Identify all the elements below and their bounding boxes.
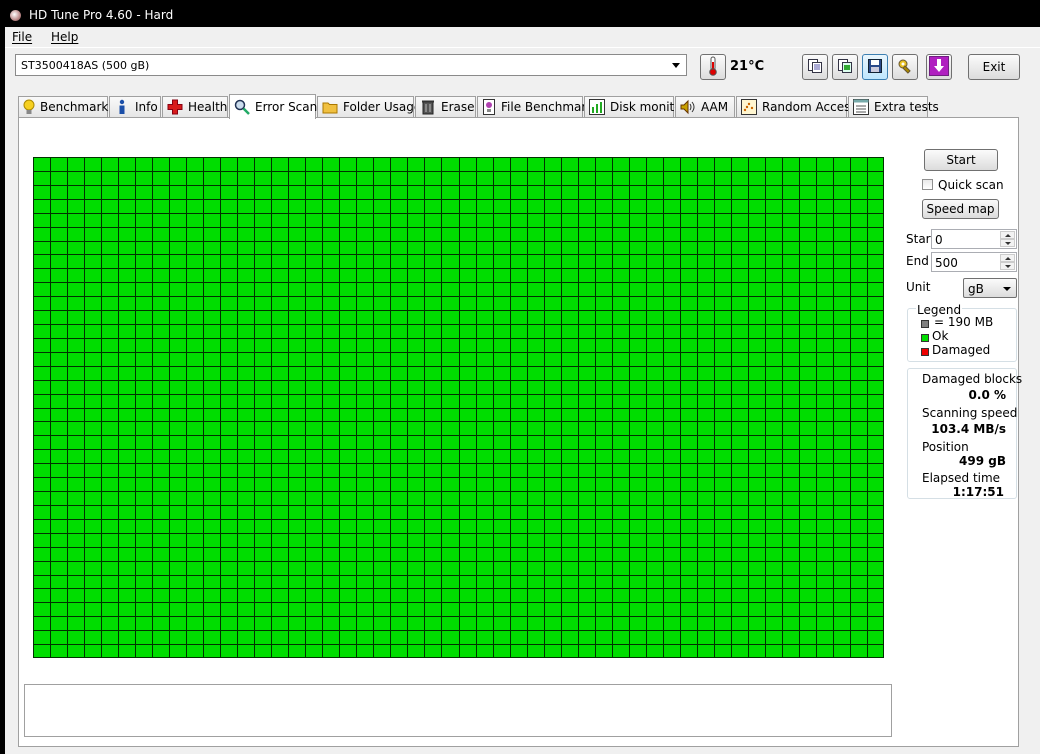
tab-aam[interactable]: AAM	[675, 96, 735, 117]
bulb-icon	[23, 99, 35, 115]
legend-ok-label: Ok	[932, 329, 949, 343]
menu-bar: File Help	[5, 27, 1040, 47]
temperature-value: 21°C	[730, 59, 765, 74]
copy-all-icon	[837, 58, 853, 77]
end-position-value: 500	[935, 256, 958, 270]
file-benchmark-icon	[482, 99, 496, 115]
unit-select-value: gB	[968, 282, 984, 296]
legend-group: Legend = 190 MB Ok Damaged	[907, 303, 1017, 362]
legend-swatch-block-size	[921, 320, 929, 328]
quick-scan-checkbox[interactable]	[922, 179, 933, 190]
tab-folder-usage[interactable]: Folder Usage	[317, 96, 421, 117]
unit-select[interactable]: gB	[963, 278, 1017, 298]
chevron-down-icon	[669, 58, 683, 72]
drive-select[interactable]: ST3500418AS (500 gB)	[15, 54, 687, 76]
tab-file-benchmark[interactable]: File Benchmark	[477, 96, 593, 117]
disk-monitor-icon	[589, 99, 605, 115]
screenshot-button[interactable]	[926, 54, 952, 80]
scan-block-map	[33, 157, 884, 658]
scanning-speed-label: Scanning speed	[922, 406, 1018, 420]
speaker-icon	[680, 99, 696, 115]
block-map-grid	[33, 157, 884, 658]
tab-benchmark[interactable]: Benchmark	[18, 96, 108, 117]
tab-info[interactable]: Info	[109, 96, 161, 117]
tab-file-benchmark-label: File Benchmark	[501, 100, 594, 114]
copy-icon	[807, 58, 823, 77]
drive-select-value: ST3500418AS (500 gB)	[21, 59, 150, 72]
quick-scan-label: Quick scan	[938, 178, 1004, 192]
end-position-spinner[interactable]	[1000, 254, 1015, 270]
tab-extra-tests-label: Extra tests	[874, 100, 939, 114]
tab-error-scan-label: Error Scan	[255, 100, 318, 114]
scanning-speed-value: 103.4 MB/s	[931, 422, 1006, 436]
thermometer-icon	[707, 56, 719, 79]
tab-folder-usage-label: Folder Usage	[343, 100, 422, 114]
position-value: 499 gB	[959, 454, 1006, 468]
info-icon	[114, 99, 130, 115]
exit-button[interactable]: Exit	[968, 54, 1020, 80]
tab-random-access-label: Random Access	[762, 100, 857, 114]
damaged-blocks-label: Damaged blocks	[922, 372, 1023, 386]
extra-tests-icon	[853, 99, 869, 115]
copy-all-button[interactable]	[832, 54, 858, 80]
tab-disk-monitor[interactable]: Disk monitor	[584, 96, 687, 117]
start-position-value: 0	[935, 233, 943, 247]
spin-down-icon[interactable]	[1000, 239, 1015, 247]
position-label: Position	[922, 440, 969, 454]
legend-swatch-ok	[921, 334, 929, 342]
random-access-icon	[741, 99, 757, 115]
spin-up-icon[interactable]	[1000, 231, 1015, 239]
legend-block-size-label: = 190 MB	[934, 315, 994, 329]
tab-health[interactable]: Health	[162, 96, 228, 117]
magnifier-icon	[234, 99, 250, 115]
block-map-background	[33, 157, 884, 658]
error-scan-panel: Start Quick scan Speed map Start 0 End 5…	[18, 117, 1022, 747]
tab-erase-label: Erase	[441, 100, 475, 114]
legend-damaged-label: Damaged	[932, 343, 991, 357]
legend-swatch-damaged	[921, 348, 929, 356]
scan-log-box	[24, 684, 892, 737]
speed-map-button[interactable]: Speed map	[922, 199, 999, 219]
tab-benchmark-label: Benchmark	[40, 100, 109, 114]
end-position-input[interactable]: 500	[931, 252, 1017, 272]
start-position-spinner[interactable]	[1000, 231, 1015, 247]
tab-health-label: Health	[188, 100, 228, 114]
spin-up-icon[interactable]	[1000, 254, 1015, 262]
main-window: File Help ST3500418AS (500 gB) 21°C Exit…	[5, 27, 1040, 754]
scan-stats-group: Damaged blocks 0.0 % Scanning speed 103.…	[907, 368, 1022, 499]
tab-erase[interactable]: Erase	[415, 96, 476, 117]
tab-extra-tests[interactable]: Extra tests	[848, 96, 939, 117]
damaged-blocks-value: 0.0 %	[968, 388, 1006, 402]
start-scan-button[interactable]: Start	[924, 149, 998, 171]
title-bar: HD Tune Pro 4.60 - Hard	[0, 0, 173, 27]
app-icon	[10, 10, 21, 21]
health-cross-icon	[167, 99, 183, 115]
tab-error-scan[interactable]: Error Scan	[229, 94, 318, 119]
download-arrow-icon	[929, 55, 949, 79]
wrench-icon	[897, 58, 913, 77]
options-button[interactable]	[892, 54, 918, 80]
start-position-input[interactable]: 0	[931, 229, 1017, 249]
floppy-disk-icon	[867, 58, 883, 77]
elapsed-time-value: 1:17:51	[952, 485, 1004, 499]
menu-file-label: File	[12, 30, 33, 44]
unit-label: Unit	[906, 280, 931, 294]
trash-icon	[420, 99, 436, 115]
tab-strip: Benchmark Info Health Error Scan Folder …	[18, 94, 1028, 119]
save-button[interactable]	[862, 54, 888, 80]
temperature-button[interactable]	[700, 54, 726, 80]
end-position-label: End	[906, 254, 929, 268]
folder-icon	[322, 99, 338, 115]
elapsed-time-label: Elapsed time	[922, 471, 1001, 485]
tab-aam-label: AAM	[701, 100, 729, 114]
menu-file[interactable]: File	[12, 30, 32, 44]
menu-divider	[5, 47, 1040, 48]
tab-info-label: Info	[135, 100, 158, 114]
menu-help-label: Help	[51, 30, 79, 44]
copy-info-button[interactable]	[802, 54, 828, 80]
window-title: HD Tune Pro 4.60 - Hard	[29, 8, 174, 22]
tab-random-access[interactable]: Random Access	[736, 96, 857, 117]
spin-down-icon[interactable]	[1000, 262, 1015, 270]
menu-help[interactable]: Help	[51, 30, 78, 44]
